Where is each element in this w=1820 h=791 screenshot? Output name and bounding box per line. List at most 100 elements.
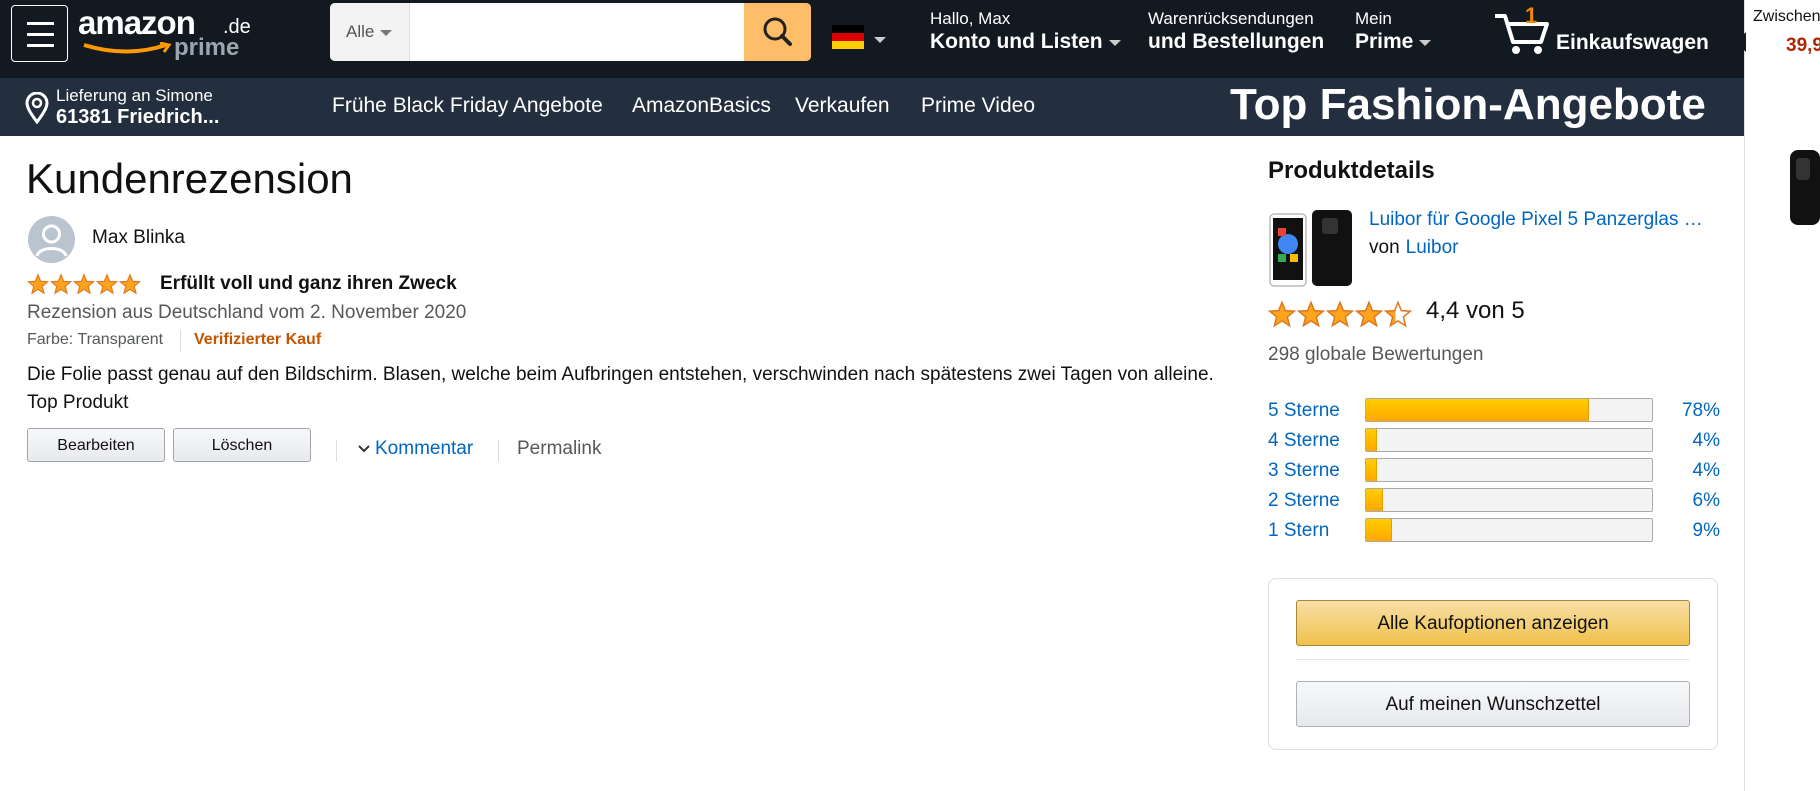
product-thumbnail-icon[interactable]	[1786, 140, 1820, 230]
average-star-rating[interactable]	[1268, 300, 1412, 328]
all-buying-options-button[interactable]: Alle Kaufoptionen anzeigen	[1296, 600, 1690, 646]
divider	[180, 330, 181, 352]
review-author[interactable]: Max Blinka	[92, 227, 185, 249]
delete-button[interactable]: Löschen	[173, 428, 311, 462]
review-body: Die Folie passt genau auf den Bildschirm…	[27, 364, 1214, 413]
rating-histogram-row[interactable]: 2 Sterne 6%	[1268, 486, 1720, 516]
language-flag-icon[interactable]	[832, 25, 864, 49]
review-date: Rezension aus Deutschland vom 2. Novembe…	[27, 302, 467, 323]
permalink-link[interactable]: Permalink	[517, 438, 601, 460]
rating-histogram-row[interactable]: 5 Sterne 78%	[1268, 396, 1720, 426]
pointer-arrow-icon	[1736, 32, 1746, 52]
star-icon	[27, 273, 49, 295]
search-category-select[interactable]: Alle	[330, 3, 410, 61]
search-input[interactable]	[410, 3, 735, 61]
histogram-bar-fill	[1366, 399, 1590, 421]
histogram-bar-fill	[1366, 519, 1392, 541]
returns-line2: und Bestellungen	[1148, 30, 1325, 54]
comment-link[interactable]: Kommentar	[357, 438, 473, 460]
histogram-label[interactable]: 4 Sterne	[1268, 430, 1340, 452]
smile-icon	[83, 42, 172, 54]
amazon-logo[interactable]: amazon .de prime	[78, 4, 258, 62]
verified-purchase-badge: Verifizierter Kauf	[194, 331, 322, 348]
histogram-percent[interactable]: 4%	[1693, 430, 1720, 452]
product-image[interactable]	[1268, 204, 1356, 288]
star-icon	[1297, 300, 1325, 328]
prime-line2: Prime	[1355, 29, 1432, 54]
search-button[interactable]	[744, 3, 811, 61]
search-category-label: Alle	[346, 22, 375, 41]
review-star-rating	[27, 273, 141, 295]
histogram-bar[interactable]	[1365, 428, 1653, 452]
star-icon	[1268, 300, 1296, 328]
review-variant: Farbe: Transparent	[27, 331, 164, 348]
review-title[interactable]: Erfüllt voll und ganz ihren Zweck	[160, 273, 457, 295]
chevron-down-icon	[358, 445, 370, 453]
rating-histogram-row[interactable]: 1 Stern 9%	[1268, 516, 1720, 546]
product-details-heading: Produktdetails	[1268, 157, 1435, 184]
histogram-percent[interactable]: 78%	[1682, 400, 1720, 422]
delivery-line2: 61381 Friedrich...	[56, 106, 220, 128]
histogram-percent[interactable]: 9%	[1693, 520, 1720, 542]
histogram-label[interactable]: 1 Stern	[1268, 520, 1329, 542]
product-byline: von Luibor	[1369, 237, 1459, 258]
histogram-percent[interactable]: 6%	[1693, 490, 1720, 512]
cart-label-wrap: Einkaufswagen	[1556, 30, 1709, 55]
average-rating-text: 4,4 von 5	[1426, 297, 1525, 324]
promo-banner[interactable]: Top Fashion-Angebote	[1230, 80, 1706, 130]
histogram-label[interactable]: 2 Sterne	[1268, 490, 1340, 512]
divider	[1296, 659, 1690, 660]
edit-button[interactable]: Bearbeiten	[27, 428, 165, 462]
user-icon	[35, 224, 68, 257]
histogram-bar[interactable]	[1365, 518, 1653, 542]
subtotal-label: Zwischen	[1753, 8, 1820, 25]
cart-label: Einkaufswagen	[1556, 31, 1709, 54]
histogram-label[interactable]: 3 Sterne	[1268, 460, 1340, 482]
prime-menu[interactable]: Mein Prime	[1355, 9, 1432, 55]
hamburger-menu-button[interactable]	[11, 5, 68, 62]
rating-histogram-row[interactable]: 4 Sterne 4%	[1268, 426, 1720, 456]
divider	[336, 440, 337, 462]
add-to-wishlist-button[interactable]: Auf meinen Wunschzettel	[1296, 681, 1690, 727]
star-icon	[1384, 300, 1412, 328]
star-icon	[50, 273, 72, 295]
delivery-line1: Lieferung an Simone	[56, 86, 213, 105]
rating-histogram-row[interactable]: 3 Sterne 4%	[1268, 456, 1720, 486]
star-icon	[119, 273, 141, 295]
histogram-bar[interactable]	[1365, 398, 1653, 422]
star-icon	[96, 273, 118, 295]
search-icon	[763, 17, 792, 46]
chevron-down-icon[interactable]	[874, 37, 886, 43]
location-pin-icon	[25, 92, 49, 124]
star-icon	[73, 273, 95, 295]
account-menu[interactable]: Hallo, Max Konto und Listen	[930, 9, 1121, 55]
subtotal-price: 39,9	[1786, 35, 1820, 56]
divider	[498, 440, 499, 462]
histogram-bar-fill	[1366, 489, 1384, 511]
subnav-link-amazonbasics[interactable]: AmazonBasics	[632, 94, 771, 118]
sub-navbar: Lieferung an Simone 61381 Friedrich... F…	[0, 78, 1744, 136]
chevron-down-icon	[380, 29, 393, 36]
account-label: Konto und Listen	[930, 29, 1121, 54]
side-cart-panel	[1744, 0, 1820, 791]
star-icon	[1326, 300, 1354, 328]
product-title-link[interactable]: Luibor für Google Pixel 5 Panzerglas …	[1369, 209, 1719, 231]
subnav-link-black-friday[interactable]: Frühe Black Friday Angebote	[332, 94, 603, 118]
histogram-label[interactable]: 5 Sterne	[1268, 400, 1340, 422]
brand-link[interactable]: Luibor	[1406, 237, 1459, 258]
cart-count: 1	[1525, 3, 1538, 28]
cart-icon	[1495, 14, 1549, 54]
star-icon	[1355, 300, 1383, 328]
subnav-link-prime-video[interactable]: Prime Video	[921, 94, 1035, 118]
global-ratings-count: 298 globale Bewertungen	[1268, 344, 1484, 365]
account-greeting: Hallo, Max	[930, 9, 1011, 28]
chevron-down-icon	[1108, 39, 1121, 46]
histogram-bar[interactable]	[1365, 458, 1653, 482]
subnav-link-verkaufen[interactable]: Verkaufen	[795, 94, 890, 118]
top-navbar: amazon .de prime Alle Hallo, Max Konto u…	[0, 0, 1744, 78]
chevron-down-icon	[1419, 39, 1432, 46]
histogram-bar[interactable]	[1365, 488, 1653, 512]
histogram-percent[interactable]: 4%	[1693, 460, 1720, 482]
returns-line1: Warenrücksendungen	[1148, 9, 1314, 28]
returns-orders-link[interactable]: Warenrücksendungen und Bestellungen	[1148, 9, 1324, 55]
